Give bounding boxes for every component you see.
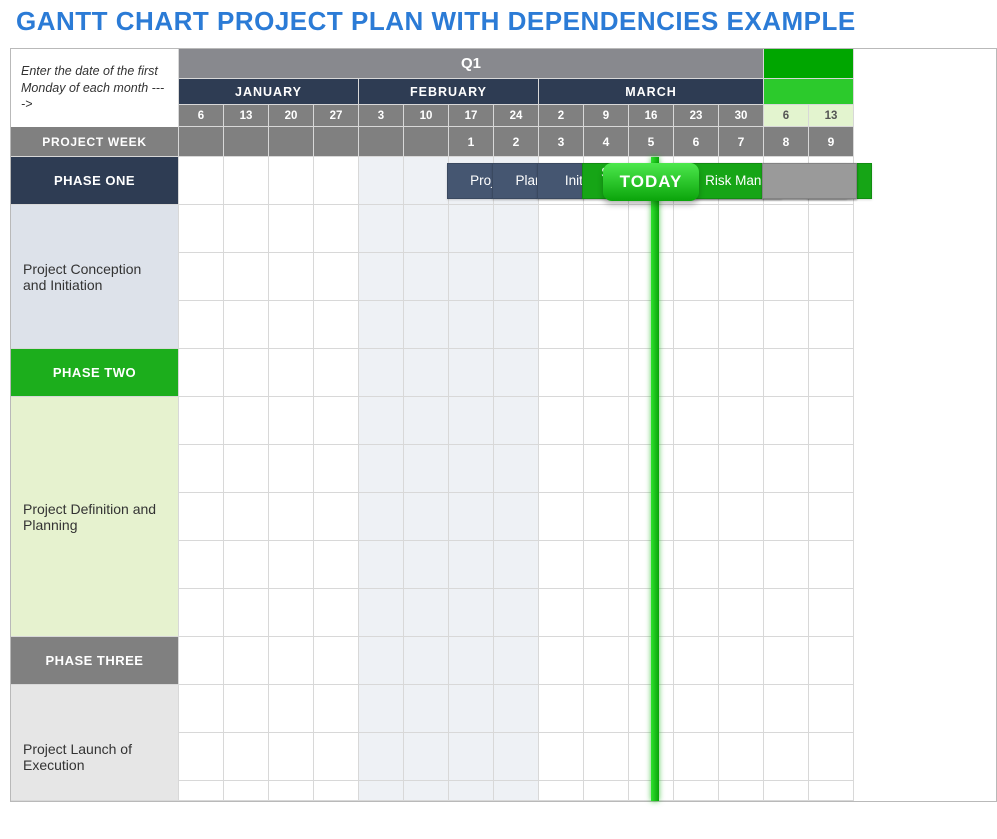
pw: 4 (584, 127, 629, 157)
day: 17 (449, 105, 494, 127)
pw: 6 (674, 127, 719, 157)
today-badge: TODAY (603, 163, 699, 201)
day: 3 (359, 105, 404, 127)
day: 9 (584, 105, 629, 127)
day: 2 (539, 105, 584, 127)
day: 24 (494, 105, 539, 127)
pw: 1 (449, 127, 494, 157)
note-text: Enter the date of the first Monday of ea… (11, 49, 179, 127)
day: 27 (314, 105, 359, 127)
quarter-q1: Q1 (179, 49, 764, 79)
day: 13 (224, 105, 269, 127)
pw: 5 (629, 127, 674, 157)
month-feb: FEBRUARY (359, 79, 539, 105)
day: 20 (269, 105, 314, 127)
pw (179, 127, 224, 157)
day: 30 (719, 105, 764, 127)
pw (404, 127, 449, 157)
day: 16 (629, 105, 674, 127)
gantt-chart: Enter the date of the first Monday of ea… (10, 48, 997, 802)
phase-two-group: Project Definition and Planning (11, 493, 179, 541)
pw (314, 127, 359, 157)
pw: 8 (764, 127, 809, 157)
phase-two-label: PHASE TWO (11, 349, 179, 397)
pw (224, 127, 269, 157)
phase-one-label: PHASE ONE (11, 157, 179, 205)
phase-three-group: Project Launch of Execution (11, 733, 179, 781)
today-line (651, 157, 659, 801)
day: 23 (674, 105, 719, 127)
day: 13 (809, 105, 854, 127)
day: 6 (179, 105, 224, 127)
bar-gray-3[interactable] (762, 163, 857, 199)
month-mar: MARCH (539, 79, 764, 105)
pw (359, 127, 404, 157)
phase-three-label: PHASE THREE (11, 637, 179, 685)
pw: 7 (719, 127, 764, 157)
month-apr (764, 79, 854, 105)
pw (269, 127, 314, 157)
project-week-label: PROJECT WEEK (11, 127, 179, 157)
gantt-body: TODAY PHASE ONE Project Charter Plan Rev… (11, 157, 996, 801)
quarter-q2 (764, 49, 854, 79)
day: 6 (764, 105, 809, 127)
phase-one-group: Project Conception and Initiation (11, 253, 179, 301)
pw: 9 (809, 127, 854, 157)
page-title: GANTT CHART PROJECT PLAN WITH DEPENDENCI… (0, 0, 997, 41)
day: 10 (404, 105, 449, 127)
pw: 3 (539, 127, 584, 157)
pw: 2 (494, 127, 539, 157)
month-jan: JANUARY (179, 79, 359, 105)
